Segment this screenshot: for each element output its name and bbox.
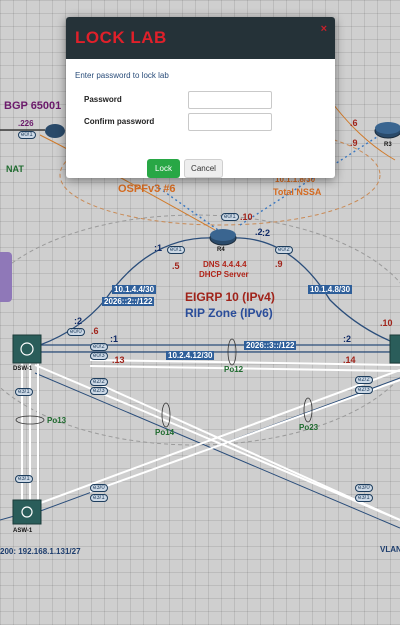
confirm-password-label: Confirm password [84, 117, 155, 126]
cancel-button[interactable]: Cancel [184, 159, 223, 178]
dialog-intro-text: Enter password to lock lab [75, 71, 169, 80]
password-label: Password [84, 95, 122, 104]
confirm-password-field[interactable] [188, 113, 272, 131]
lock-button[interactable]: Lock [147, 159, 180, 178]
dialog-body: Enter password to lock lab Password Conf… [66, 59, 335, 178]
dialog-title: LOCK LAB [75, 28, 167, 47]
close-icon[interactable]: × [321, 23, 327, 35]
lock-lab-dialog: LOCK LAB × Enter password to lock lab Pa… [66, 17, 335, 178]
dialog-header: LOCK LAB × [66, 17, 335, 59]
password-field[interactable] [188, 91, 272, 109]
